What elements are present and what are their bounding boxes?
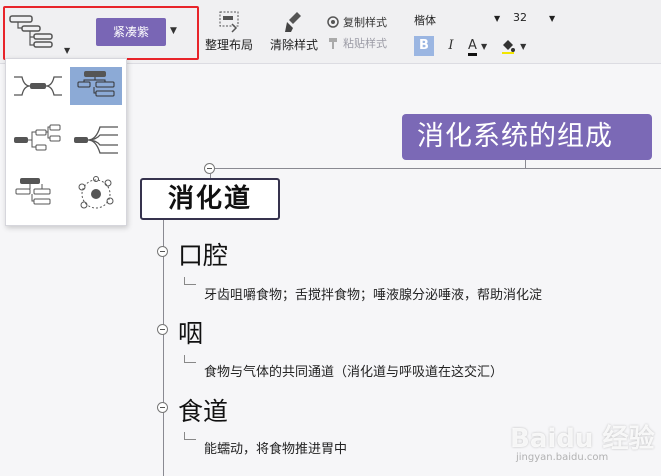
list-layout-icon [15, 178, 51, 205]
detail-esophagus[interactable]: 能蠕动，将食物推进胃中 [204, 438, 347, 457]
subtopic-esophagus[interactable]: 食道 [178, 392, 228, 428]
font-family-select[interactable]: 楷体 ▼ [414, 12, 504, 28]
right-map-layout-icon [74, 126, 118, 154]
brush-icon [285, 12, 301, 32]
copy-style-button[interactable]: 复制样式 [326, 14, 387, 30]
paste-style-button[interactable]: 粘贴样式 [326, 35, 387, 51]
subtopic-pharynx[interactable]: 咽 [178, 314, 203, 350]
font-family-value: 楷体 [414, 14, 436, 27]
layout-option-list[interactable] [12, 175, 64, 213]
central-topic[interactable]: 消化系统的组成 [402, 114, 652, 160]
detail-mouth[interactable]: 牙齿咀嚼食物；舌搅拌食物；唾液腺分泌唾液，帮助消化淀 [204, 284, 542, 303]
organize-layout-button[interactable]: 整理布局 [204, 10, 254, 53]
highlight-box [3, 6, 199, 60]
org-chart-option-icon [77, 71, 115, 97]
font-color-button[interactable]: A ▼ [468, 36, 494, 56]
detail-connector [184, 355, 196, 363]
font-family-caret-icon: ▼ [494, 14, 501, 23]
layout-option-bubble[interactable] [70, 175, 122, 213]
copy-style-label: 复制样式 [343, 16, 387, 29]
font-size-caret-icon: ▼ [549, 14, 556, 23]
detail-pharynx[interactable]: 食物与气体的共同通道（消化道与呼吸道在这交汇） [204, 361, 503, 380]
italic-button[interactable]: I [441, 36, 461, 56]
fill-color-button[interactable]: ▼ [500, 36, 528, 56]
main-topic[interactable]: 消化道 [140, 178, 280, 220]
fill-color-caret-icon: ▼ [520, 42, 527, 51]
copy-style-icon [327, 16, 339, 28]
layout-option-tree[interactable] [12, 121, 64, 159]
branch-spine [163, 220, 164, 476]
paste-style-label: 粘贴样式 [343, 37, 387, 50]
detail-connector [184, 432, 196, 440]
paint-bucket-icon [502, 39, 515, 54]
font-color-caret-icon: ▼ [481, 42, 488, 51]
bold-button[interactable]: B [414, 36, 434, 56]
collapse-toggle-icon[interactable] [157, 246, 168, 257]
collapse-toggle-icon[interactable] [157, 324, 168, 335]
layout-option-org-chart[interactable] [70, 67, 122, 105]
layout-option-right-map[interactable] [70, 121, 122, 159]
detail-connector [184, 277, 196, 285]
layout-dropdown [5, 58, 127, 226]
subtopic-mouth[interactable]: 口腔 [178, 236, 228, 272]
layout-option-mindmap[interactable] [12, 67, 64, 105]
font-size-select[interactable]: 32 ▼ [513, 11, 563, 24]
clear-style-label: 清除样式 [269, 38, 318, 52]
mindmap-layout-icon [14, 76, 62, 96]
tree-layout-icon [14, 124, 61, 151]
toolbar: ▼ 紧凑紫 ▼ 整理布局 清除样式 复制样式 粘贴样式 楷体 ▼ 32 ▼ B … [0, 0, 661, 64]
clear-style-button[interactable]: 清除样式 [268, 10, 320, 53]
organize-layout-label: 整理布局 [204, 38, 253, 52]
collapse-toggle-icon[interactable] [204, 163, 215, 174]
central-stem [525, 160, 526, 168]
organize-layout-icon [219, 11, 239, 33]
baidu-watermark: Baidu 经验 [510, 424, 655, 454]
font-size-value: 32 [513, 11, 527, 24]
font-color-label: A [468, 38, 477, 56]
central-connector [210, 168, 661, 169]
collapse-toggle-icon[interactable] [157, 402, 168, 413]
baidu-watermark-url: jingyan.baidu.com [516, 452, 609, 463]
bubble-layout-icon [78, 176, 114, 209]
paste-style-icon [329, 38, 337, 49]
